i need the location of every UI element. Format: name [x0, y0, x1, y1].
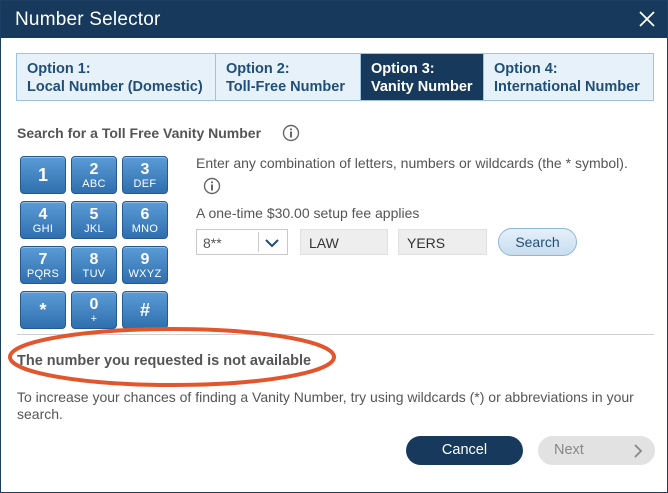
- chevron-down-icon: [264, 236, 280, 248]
- key-digit: 5: [89, 206, 99, 223]
- key-letters: WXYZ: [128, 268, 162, 280]
- number-selector-dialog: Number Selector Option 1: Local Number (…: [0, 0, 668, 493]
- keypad-key-5[interactable]: 5 JKL: [71, 201, 117, 239]
- key-digit: *: [39, 300, 47, 320]
- dialog-title: Number Selector: [15, 9, 161, 30]
- option-tabs: Option 1: Local Number (Domestic) Option…: [16, 53, 654, 101]
- search-heading: Search for a Toll Free Vanity Number: [17, 125, 262, 141]
- title-bar: Number Selector: [1, 1, 667, 38]
- tab-toll-free-number[interactable]: Option 2: Toll-Free Number: [216, 54, 361, 100]
- keypad-key-9[interactable]: 9 WXYZ: [122, 246, 168, 284]
- tab-option-label: Option 2:: [226, 61, 290, 77]
- vanity-field-2[interactable]: YERS: [398, 229, 487, 255]
- setup-fee-note: A one-time $30.00 setup fee applies: [196, 205, 420, 221]
- chevron-right-icon: [633, 444, 643, 458]
- next-button[interactable]: Next: [538, 436, 655, 465]
- key-letters: JKL: [84, 223, 104, 235]
- key-digit: #: [139, 300, 150, 320]
- tab-option-name: Toll-Free Number: [226, 79, 345, 95]
- tab-vanity-number[interactable]: Option 3: Vanity Number: [361, 54, 484, 100]
- key-digit: 1: [37, 165, 48, 185]
- key-letters: DEF: [133, 178, 157, 190]
- key-digit: 0: [89, 296, 99, 313]
- close-icon[interactable]: [635, 7, 659, 31]
- keypad-key-4[interactable]: 4 GHI: [20, 201, 66, 239]
- cancel-button[interactable]: Cancel: [406, 436, 523, 465]
- key-digit: 4: [38, 206, 48, 223]
- search-button[interactable]: Search: [498, 228, 577, 256]
- key-letters: ABC: [82, 178, 106, 190]
- key-letters: MNO: [131, 223, 159, 235]
- keypad-key-3[interactable]: 3 DEF: [122, 156, 168, 194]
- next-button-label: Next: [554, 442, 584, 458]
- key-digit: 6: [140, 206, 150, 223]
- key-digit: 3: [140, 161, 150, 178]
- key-digit: 7: [38, 251, 48, 268]
- prefix-select[interactable]: 8**: [196, 229, 288, 255]
- highlight-ellipse: [8, 327, 336, 387]
- keypad-key-8[interactable]: 8 TUV: [71, 246, 117, 284]
- vanity-field-1[interactable]: LAW: [300, 229, 388, 255]
- info-icon[interactable]: [282, 124, 300, 142]
- keypad-key-1[interactable]: 1: [20, 156, 66, 194]
- key-letters: TUV: [82, 268, 106, 280]
- key-letters: GHI: [32, 223, 54, 235]
- prefix-select-value: 8**: [203, 235, 222, 251]
- key-digit: 2: [89, 161, 99, 178]
- tab-option-label: Option 4:: [494, 61, 558, 77]
- tab-option-name: International Number: [494, 79, 640, 95]
- keypad-key-6[interactable]: 6 MNO: [122, 201, 168, 239]
- key-digit: 8: [89, 251, 99, 268]
- search-instructions: Enter any combination of letters, number…: [196, 155, 628, 171]
- select-divider: [258, 232, 259, 252]
- key-digit: 9: [140, 251, 150, 268]
- search-tip: To increase your chances of finding a Va…: [17, 389, 634, 422]
- tab-option-name: Local Number (Domestic): [27, 79, 203, 95]
- keypad-key-2[interactable]: 2 ABC: [71, 156, 117, 194]
- keypad-key-7[interactable]: 7 PQRS: [20, 246, 66, 284]
- tab-local-number[interactable]: Option 1: Local Number (Domestic): [17, 54, 216, 100]
- key-letters: PQRS: [26, 268, 60, 280]
- tab-option-name: Vanity Number: [371, 79, 473, 95]
- tab-international-number[interactable]: Option 4: International Number: [484, 54, 653, 100]
- info-icon[interactable]: [203, 177, 221, 195]
- tab-option-label: Option 3:: [371, 61, 435, 77]
- tab-option-label: Option 1:: [27, 61, 91, 77]
